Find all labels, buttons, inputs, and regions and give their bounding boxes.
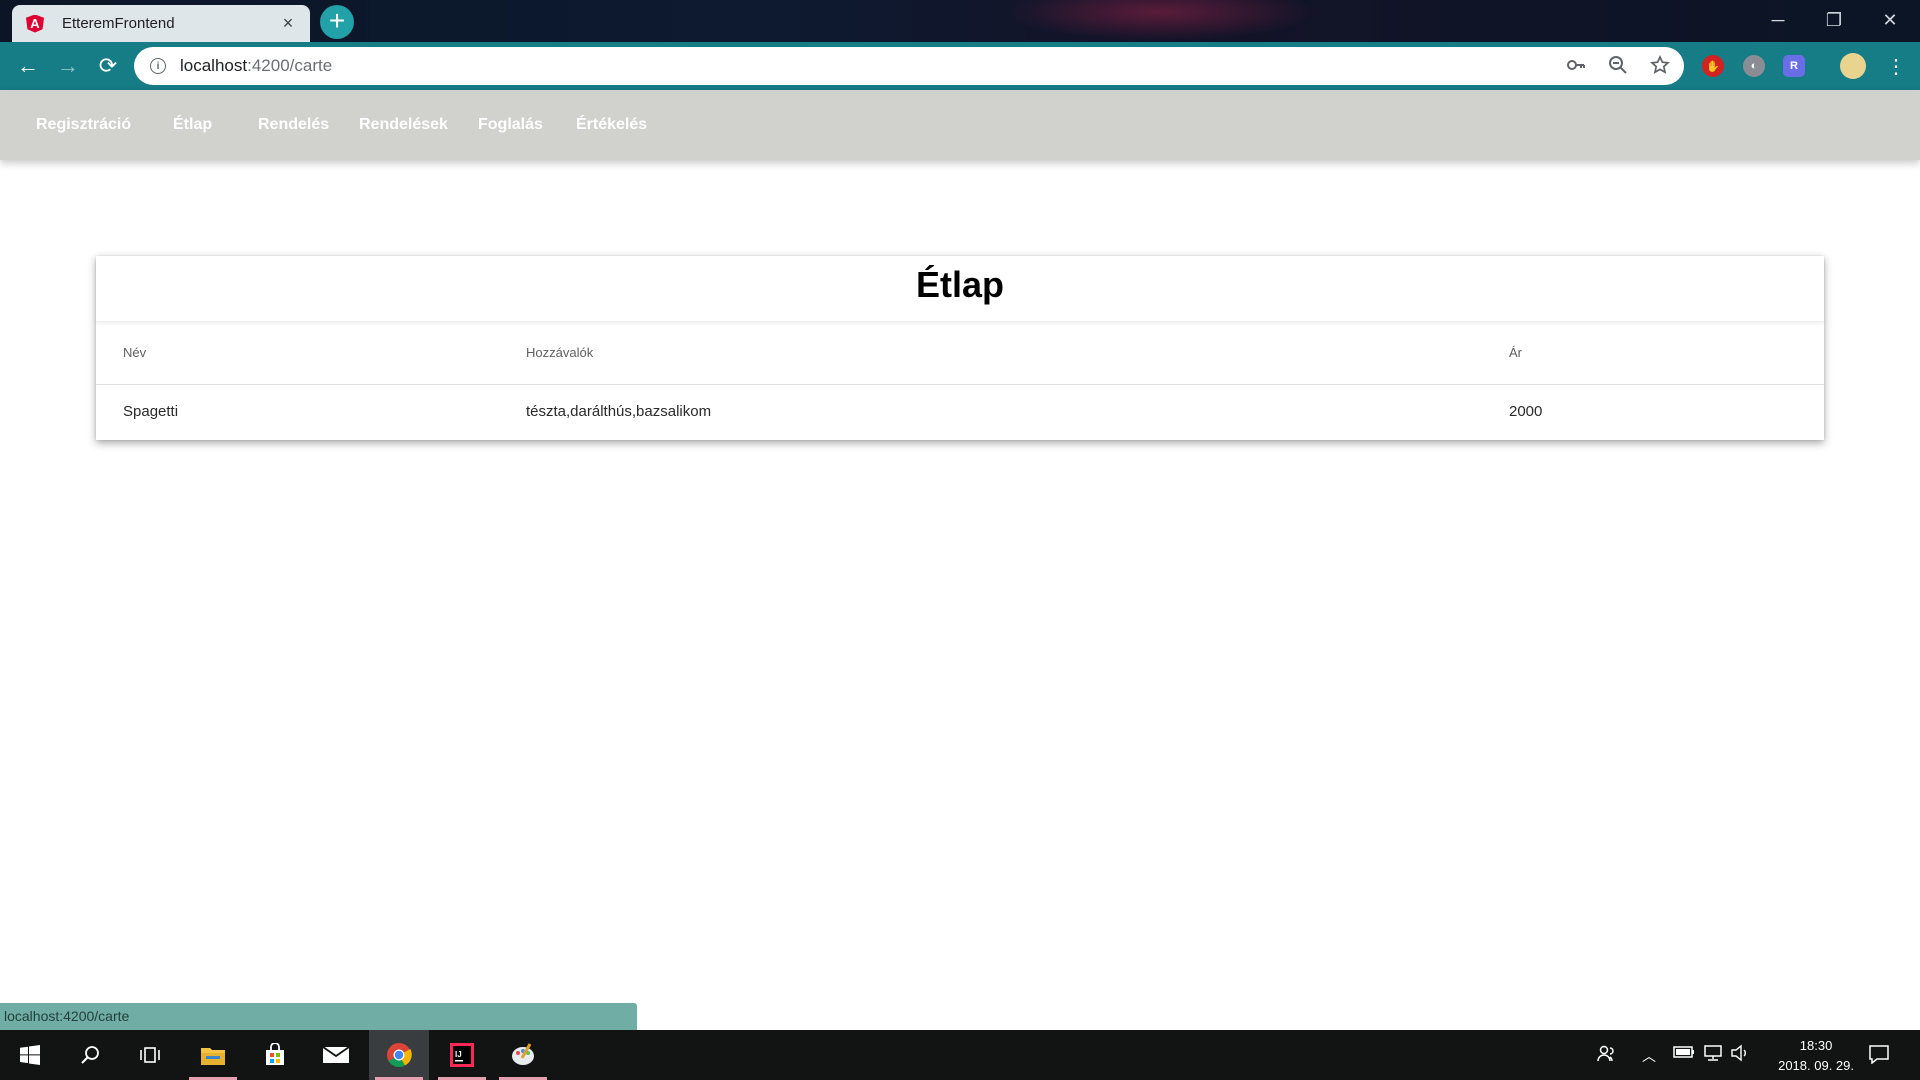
browser-toolbar: ← → ⟳ i localhost:4200/carte ✋ ◐ R ⋮ [0,42,1920,90]
chevron-up-icon[interactable]: ︿ [1642,1046,1656,1066]
extension-icon[interactable]: ✋ [1702,55,1724,77]
minimize-button[interactable]: ─ [1750,0,1806,40]
menu-card: Étlap Név Hozzávalók Ár Spagetti tészta,… [96,256,1824,440]
address-bar[interactable]: i localhost:4200/carte [134,47,1684,85]
nav-rating[interactable]: Értékelés [576,90,647,160]
cell-price: 2000 [1509,402,1543,420]
notifications-icon[interactable] [1868,1044,1890,1069]
start-icon[interactable] [0,1030,60,1080]
search-icon[interactable] [60,1030,120,1080]
nav-registration[interactable]: Regisztráció [36,90,131,160]
nav-booking[interactable]: Foglalás [478,90,543,160]
svg-text:IJ: IJ [455,1050,462,1059]
reload-button[interactable]: ⟳ [88,46,128,86]
new-tab-button[interactable]: + [320,5,354,39]
menu-table: Név Hozzávalók Ár Spagetti tészta,darált… [96,322,1824,438]
tab-title: EtteremFrontend [62,15,175,32]
paint-icon[interactable] [493,1030,553,1080]
app-navbar: Regisztráció Étlap Rendelés Rendelések F… [0,90,1920,160]
file-explorer-icon[interactable] [183,1030,243,1080]
clock-time: 18:30 [1799,1038,1833,1053]
extension-icon[interactable]: ◐ [1743,55,1765,77]
tab-close-icon[interactable]: × [278,13,298,34]
people-icon[interactable] [1596,1044,1616,1069]
task-view-icon[interactable] [120,1030,180,1080]
clock-date: 2018. 09. 29. [1778,1058,1854,1073]
cell-ingredients: tészta,darálthús,bazsalikom [526,402,712,420]
extension-icon[interactable]: R [1783,55,1805,77]
zoom-icon[interactable] [1608,55,1628,80]
restore-button[interactable]: ❐ [1806,0,1862,40]
column-header-name[interactable]: Név [96,322,526,385]
browser-titlebar: A EtteremFrontend × + ─ ❐ ✕ [0,0,1920,42]
info-icon[interactable]: i [150,58,166,74]
nav-orders[interactable]: Rendelések [359,90,448,160]
angular-favicon-icon: A [26,14,44,33]
forward-button[interactable]: → [48,46,88,86]
browser-tab[interactable]: A EtteremFrontend × [12,5,310,42]
page-title: Étlap [96,256,1824,322]
intellij-icon[interactable]: IJ [432,1030,492,1080]
nav-order[interactable]: Rendelés [258,90,329,160]
menu-icon[interactable]: ⋮ [1876,46,1916,86]
profile-icon[interactable] [1840,53,1866,79]
store-icon[interactable] [245,1030,305,1080]
taskbar: IJ ︿ 18:30 2018. 09. 29. [0,1030,1920,1080]
network-icon[interactable] [1702,1044,1724,1067]
volume-icon[interactable] [1730,1044,1752,1067]
back-button[interactable]: ← [8,46,48,86]
close-window-button[interactable]: ✕ [1862,0,1918,40]
column-header-ingredients[interactable]: Hozzávalók [526,322,1509,385]
battery-icon[interactable] [1673,1044,1695,1064]
cell-name: Spagetti [123,402,179,420]
nav-menu[interactable]: Étlap [173,90,212,160]
column-header-price[interactable]: Ár [1509,322,1824,385]
url-text: localhost:4200/carte [180,56,333,75]
table-row[interactable]: Spagetti tészta,darálthús,bazsalikom 200… [96,384,1824,438]
key-icon[interactable] [1566,55,1586,80]
mail-icon[interactable] [306,1030,366,1080]
chrome-icon[interactable] [369,1030,429,1080]
clock[interactable]: 18:30 2018. 09. 29. [1778,1036,1854,1076]
table-header-row: Név Hozzávalók Ár [96,322,1824,385]
star-icon[interactable] [1650,54,1670,80]
status-bubble: localhost:4200/carte [0,1003,637,1030]
